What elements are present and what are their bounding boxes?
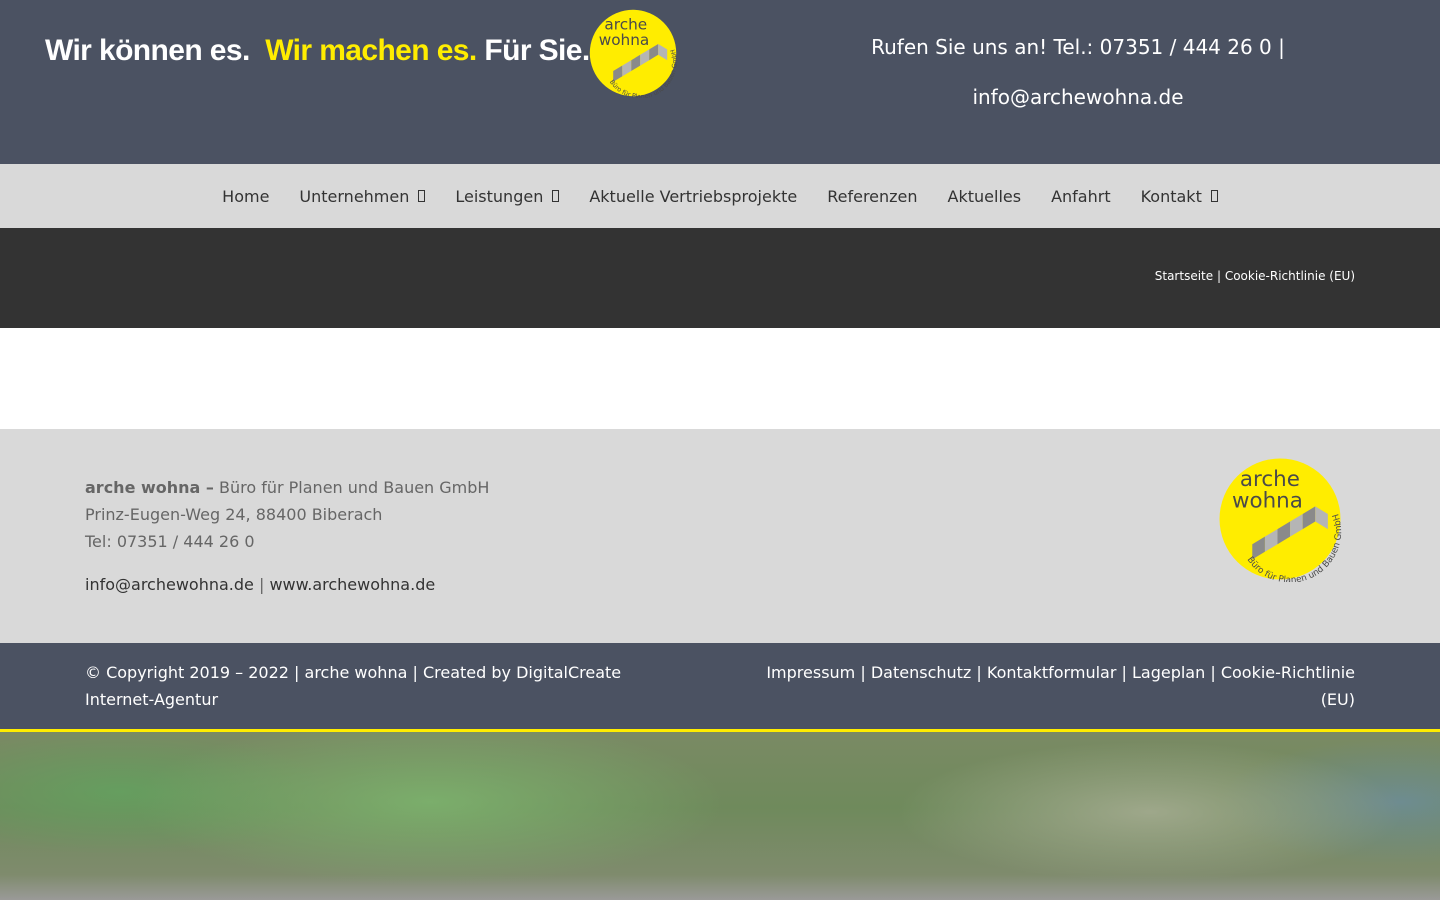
contact-email[interactable]: info@archewohna.de [818, 72, 1338, 122]
copyright-bar: © Copyright 2019 – 2022 | arche wohna | … [0, 643, 1440, 732]
header-logo[interactable]: arche wohna Büro für Planen und Bauen Gm… [588, 8, 678, 98]
nav-item-home[interactable]: Home [222, 187, 269, 206]
breadcrumb: Startseite | Cookie-Richtlinie (EU) [1155, 269, 1355, 283]
main-navigation: Home Unternehmen Leistungen Aktuelle Ver… [0, 164, 1440, 228]
copyright-text: © Copyright 2019 – 2022 | arche wohna | … [85, 663, 622, 709]
footer-website-link[interactable]: www.archewohna.de [269, 575, 435, 594]
kontaktformular-link[interactable]: Kontaktformular [987, 663, 1117, 682]
nav-item-anfahrt[interactable]: Anfahrt [1051, 187, 1111, 206]
submenu-icon [418, 190, 426, 202]
header-slogan: Wir können es. Wir machen es. Für Sie. [45, 30, 590, 72]
footer-company-info: arche wohna – Büro für Planen und Bauen … [85, 474, 489, 555]
footer-link-separator: | [258, 575, 265, 594]
footer-logo-text-wohna: wohna [1232, 489, 1303, 514]
nav-item-leistungen[interactable]: Leistungen [455, 187, 560, 206]
cookie-richtlinie-link[interactable]: Cookie-Richtlinie (EU) [1221, 663, 1355, 709]
main-content [0, 328, 1440, 429]
nav-item-unternehmen[interactable]: Unternehmen [299, 187, 426, 206]
breadcrumb-current: Cookie-Richtlinie (EU) [1224, 269, 1355, 283]
impressum-link[interactable]: Impressum [766, 663, 855, 682]
submenu-icon [1210, 190, 1218, 202]
slogan-part-3: Für Sie. [484, 34, 590, 67]
nav-item-kontakt[interactable]: Kontakt [1141, 187, 1218, 206]
footer-address: Prinz-Eugen-Weg 24, 88400 Biberach [85, 505, 383, 524]
breadcrumb-home-link[interactable]: Startseite [1155, 269, 1213, 283]
footer-contact-links: info@archewohna.de | www.archewohna.de [85, 571, 435, 598]
footer-widgets: arche wohna – Büro für Planen und Bauen … [0, 429, 1440, 643]
slogan-part-2: Wir machen es. [265, 34, 477, 67]
footer-company-desc: Büro für Planen und Bauen GmbH [219, 478, 490, 497]
footer-company-name: arche wohna – [85, 478, 214, 497]
nav-item-aktuelles[interactable]: Aktuelles [948, 187, 1022, 206]
submenu-icon [552, 190, 560, 202]
background-photo [0, 732, 1440, 900]
footer-email-link[interactable]: info@archewohna.de [85, 575, 254, 594]
footer-phone: Tel: 07351 / 444 26 0 [85, 532, 255, 551]
header-contact: Rufen Sie uns an! Tel.: 07351 / 444 26 0… [818, 22, 1338, 122]
breadcrumb-separator: | [1216, 269, 1221, 283]
lageplan-link[interactable]: Lageplan [1132, 663, 1205, 682]
slogan-part-1: Wir können es. [45, 34, 250, 67]
site-header: Wir können es. Wir machen es. Für Sie. a… [0, 0, 1440, 164]
footer-logo: arche wohna Büro für Planen und Bauen Gm… [1219, 458, 1343, 582]
contact-phone[interactable]: Rufen Sie uns an! Tel.: 07351 / 444 26 0… [818, 22, 1338, 72]
datenschutz-link[interactable]: Datenschutz [871, 663, 971, 682]
page-title-bar: Startseite | Cookie-Richtlinie (EU) [0, 228, 1440, 328]
logo-text-wohna: wohna [599, 31, 650, 49]
legal-links: Impressum | Datenschutz | Kontaktformula… [766, 663, 1355, 709]
nav-item-vertriebsprojekte[interactable]: Aktuelle Vertriebsprojekte [589, 187, 797, 206]
nav-item-referenzen[interactable]: Referenzen [827, 187, 917, 206]
